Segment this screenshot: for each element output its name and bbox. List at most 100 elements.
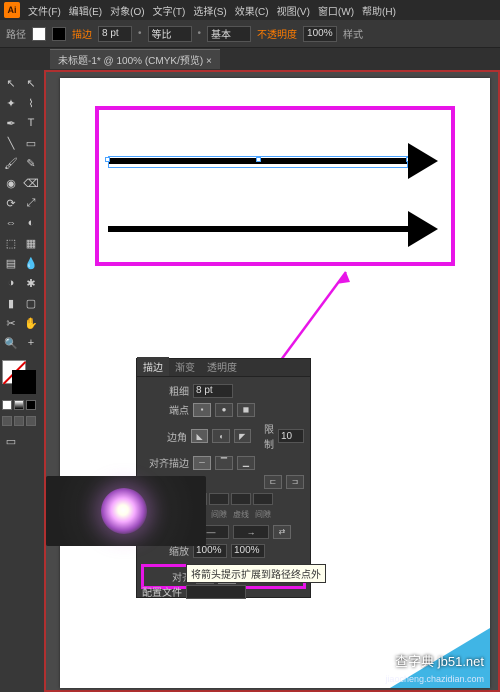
cap-round-button[interactable]: ● xyxy=(215,403,233,417)
eyedropper-tool[interactable]: ◑ xyxy=(2,274,20,292)
selection-tool[interactable]: ↖ xyxy=(2,74,20,92)
direct-select-tool[interactable]: ↖ xyxy=(22,74,40,92)
menu-type[interactable]: 文字(T) xyxy=(153,3,186,18)
menu-help[interactable]: 帮助(H) xyxy=(362,3,396,18)
column-graph-tool[interactable]: ▢ xyxy=(22,294,40,312)
variable-width-select[interactable] xyxy=(148,26,192,42)
corner-miter-button[interactable]: ◣ xyxy=(191,429,208,443)
screen-mode-button[interactable]: ▭ xyxy=(2,432,20,450)
screen-mode-row xyxy=(2,416,42,426)
swap-arrows-button[interactable]: ⇄ xyxy=(273,525,291,539)
corner-round-button[interactable]: ◖ xyxy=(212,429,229,443)
miter-limit-input[interactable] xyxy=(278,429,304,443)
brush-def-select[interactable] xyxy=(207,26,251,42)
gradient-tool[interactable]: 💧 xyxy=(22,254,40,272)
weight-input[interactable] xyxy=(193,384,233,398)
app-root: Ai 文件(F) 编辑(E) 对象(O) 文字(T) 选择(S) 效果(C) 视… xyxy=(0,0,500,692)
tab-transparency[interactable]: 透明度 xyxy=(201,357,243,376)
selection-handle[interactable] xyxy=(105,157,110,162)
menu-object[interactable]: 对象(O) xyxy=(110,3,144,18)
corner-bevel-button[interactable]: ◤ xyxy=(234,429,251,443)
align-stroke-center-button[interactable]: ─ xyxy=(193,456,211,470)
artboard-tool[interactable]: ✂ xyxy=(2,314,20,332)
tooltip: 将箭头提示扩展到路径终点外 xyxy=(186,564,326,583)
stroke-label: 描边 xyxy=(72,26,92,41)
align-stroke-outside-button[interactable]: ▁ xyxy=(237,456,255,470)
canvas-area[interactable]: 查字典 jb51.net jiaocheng.chazidian.com 描边 … xyxy=(44,70,500,692)
rectangle-tool[interactable]: ▭ xyxy=(22,134,40,152)
gap-input-3[interactable] xyxy=(253,493,273,505)
artwork-arrow-selected[interactable] xyxy=(108,158,408,164)
dash-align-button[interactable]: ⊐ xyxy=(286,475,304,489)
dash-preserve-button[interactable]: ⊏ xyxy=(264,475,282,489)
blend-tool[interactable]: ✱ xyxy=(22,274,40,292)
stroke-color-icon[interactable] xyxy=(12,370,36,394)
gap-input-2[interactable] xyxy=(209,493,229,505)
close-tab-icon[interactable]: × xyxy=(206,56,212,67)
menu-file[interactable]: 文件(F) xyxy=(28,3,61,18)
symbol-sprayer-tool[interactable]: ▮ xyxy=(2,294,20,312)
draw-mode-behind[interactable] xyxy=(14,416,24,426)
eraser-tool[interactable]: ⌫ xyxy=(22,174,40,192)
watermark-subtext: jiaocheng.chazidian.com xyxy=(385,674,484,684)
free-transform-tool[interactable]: ◐ xyxy=(22,214,40,232)
stroke-swatch-button[interactable] xyxy=(52,27,66,41)
artwork-arrow[interactable] xyxy=(108,226,408,232)
arrow-scale-end-input[interactable] xyxy=(231,544,265,558)
opacity-input[interactable] xyxy=(303,26,337,42)
color-mode-row xyxy=(2,400,42,410)
width-tool[interactable]: ⇔ xyxy=(2,214,20,232)
artwork-arrowhead-selected[interactable] xyxy=(408,143,438,179)
document-tab[interactable]: 未标题-1* @ 100% (CMYK/预览) × xyxy=(50,49,220,69)
selection-handle[interactable] xyxy=(256,157,261,162)
dash-hdr-6: 间隙 xyxy=(253,509,273,520)
menu-select[interactable]: 选择(S) xyxy=(193,3,226,18)
profile-select[interactable] xyxy=(186,585,246,599)
color-mode-fill[interactable] xyxy=(2,400,12,410)
color-mode-none[interactable] xyxy=(26,400,36,410)
workspace: ↖↖ ✦⌇ ✒T ╲▭ 🖌✎ ◉⌫ ⟳⤢ ⇔◐ ⬚▦ ▤💧 ◑✱ ▮▢ ✂✋ 🔍… xyxy=(0,70,500,692)
artwork-arrowhead[interactable] xyxy=(408,211,438,247)
orb-icon xyxy=(101,488,147,534)
rotate-tool[interactable]: ⟳ xyxy=(2,194,20,212)
zoom-tool[interactable]: + xyxy=(22,334,40,352)
arrow-end-select[interactable]: → xyxy=(233,525,269,539)
blob-brush-tool[interactable]: ◉ xyxy=(2,174,20,192)
menu-view[interactable]: 视图(V) xyxy=(277,3,310,18)
tool-panel: ↖↖ ✦⌇ ✒T ╲▭ 🖌✎ ◉⌫ ⟳⤢ ⇔◐ ⬚▦ ▤💧 ◑✱ ▮▢ ✂✋ 🔍… xyxy=(0,70,44,692)
draw-mode-normal[interactable] xyxy=(2,416,12,426)
brush-tool[interactable]: 🖌 xyxy=(2,154,20,172)
lasso-tool[interactable]: ⌇ xyxy=(22,94,40,112)
menu-edit[interactable]: 编辑(E) xyxy=(69,3,102,18)
profile-row: 配置文件 xyxy=(142,584,246,599)
cap-butt-button[interactable]: ▪ xyxy=(193,403,211,417)
line-tool[interactable]: ╲ xyxy=(2,134,20,152)
slice-tool[interactable]: ✋ xyxy=(22,314,40,332)
align-stroke-inside-button[interactable]: ▔ xyxy=(215,456,233,470)
scale-tool[interactable]: ⤢ xyxy=(22,194,40,212)
shape-builder-tool[interactable]: ⬚ xyxy=(2,234,20,252)
tab-stroke[interactable]: 描边 xyxy=(137,357,169,376)
mesh-tool[interactable]: ▤ xyxy=(2,254,20,272)
draw-mode-inside[interactable] xyxy=(26,416,36,426)
pen-tool[interactable]: ✒ xyxy=(2,114,20,132)
dash-input-3[interactable] xyxy=(231,493,251,505)
menu-effect[interactable]: 效果(C) xyxy=(235,3,269,18)
profile-label: 配置文件 xyxy=(142,584,182,599)
type-tool[interactable]: T xyxy=(22,114,40,132)
cap-projecting-button[interactable]: ◼ xyxy=(237,403,255,417)
document-tab-bar: 未标题-1* @ 100% (CMYK/预览) × xyxy=(0,48,500,70)
tab-gradient[interactable]: 渐变 xyxy=(169,357,201,376)
menu-window[interactable]: 窗口(W) xyxy=(318,3,354,18)
path-label: 路径 xyxy=(6,26,26,41)
pencil-tool[interactable]: ✎ xyxy=(22,154,40,172)
dash-hdr-5: 虚线 xyxy=(231,509,251,520)
fill-swatch-button[interactable] xyxy=(32,27,46,41)
hand-tool[interactable]: 🔍 xyxy=(2,334,20,352)
stroke-weight-input[interactable] xyxy=(98,26,132,42)
magic-wand-tool[interactable]: ✦ xyxy=(2,94,20,112)
color-mode-gradient[interactable] xyxy=(14,400,24,410)
fill-stroke-swatches[interactable] xyxy=(2,360,38,396)
perspective-tool[interactable]: ▦ xyxy=(22,234,40,252)
limit-label: 限制 xyxy=(255,421,274,451)
